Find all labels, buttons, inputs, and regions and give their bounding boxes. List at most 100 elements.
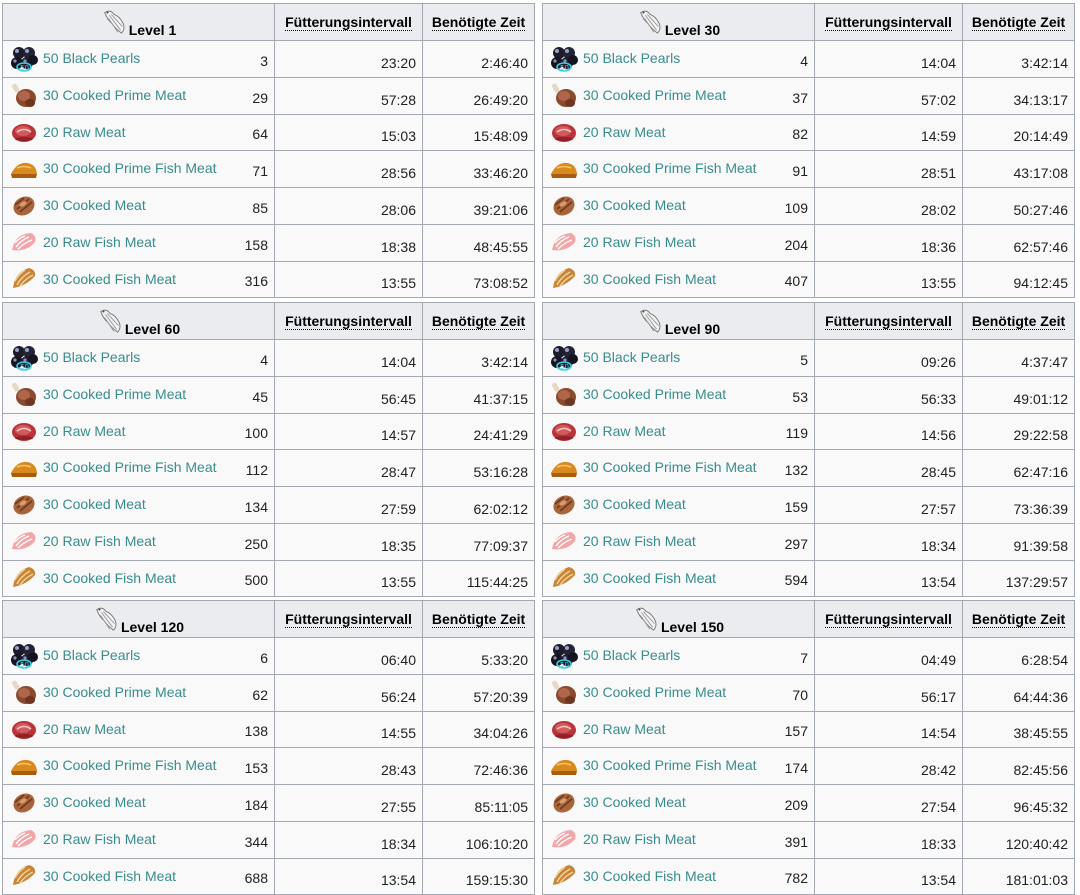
- black-pearls-icon[interactable]: 50: [9, 641, 39, 671]
- raw-meat-icon[interactable]: [9, 117, 39, 147]
- feeding-interval: 13:55: [274, 559, 423, 598]
- item-link[interactable]: 30 Cooked Meat: [43, 197, 146, 213]
- item-link[interactable]: 30 Cooked Prime Meat: [583, 386, 726, 402]
- required-time: 94:12:45: [962, 260, 1075, 299]
- item-link[interactable]: 20 Raw Fish Meat: [43, 234, 156, 250]
- cooked-prime-meat-icon[interactable]: [9, 380, 39, 410]
- cooked-prime-meat-icon[interactable]: [549, 380, 579, 410]
- cooked-meat-icon[interactable]: [549, 788, 579, 818]
- cooked-fish-meat-icon[interactable]: [549, 563, 579, 593]
- item-link[interactable]: 30 Cooked Fish Meat: [43, 271, 176, 287]
- cooked-meat-icon[interactable]: [549, 490, 579, 520]
- feeding-interval: 28:56: [274, 150, 423, 188]
- raw-meat-icon[interactable]: [549, 117, 579, 147]
- item-link[interactable]: 30 Cooked Meat: [583, 197, 686, 213]
- item-cell: 20 Raw Meat 157: [542, 710, 815, 749]
- item-link[interactable]: 30 Cooked Prime Meat: [583, 87, 726, 103]
- item-link[interactable]: 30 Cooked Prime Fish Meat: [583, 160, 757, 176]
- item-link[interactable]: 30 Cooked Fish Meat: [43, 868, 176, 884]
- item-link[interactable]: 50 Black Pearls: [583, 50, 680, 66]
- item-link[interactable]: 30 Cooked Prime Meat: [43, 684, 186, 700]
- cooked-prime-meat-icon[interactable]: [9, 81, 39, 111]
- cooked-prime-meat-icon[interactable]: [549, 678, 579, 708]
- item-link[interactable]: 30 Cooked Prime Meat: [43, 87, 186, 103]
- item-link[interactable]: 30 Cooked Prime Fish Meat: [583, 757, 757, 773]
- cooked-meat-icon[interactable]: [549, 191, 579, 221]
- cooked-meat-icon[interactable]: [9, 490, 39, 520]
- raw-fish-meat-icon[interactable]: [549, 825, 579, 855]
- cooked-prime-fish-meat-icon[interactable]: [549, 453, 579, 483]
- item-link[interactable]: 30 Cooked Meat: [583, 794, 686, 810]
- item-link[interactable]: 20 Raw Meat: [583, 423, 665, 439]
- cooked-prime-meat-icon[interactable]: [9, 678, 39, 708]
- raw-meat-icon[interactable]: [9, 416, 39, 446]
- raw-fish-meat-icon[interactable]: [549, 228, 579, 258]
- black-pearls-icon[interactable]: 50: [549, 343, 579, 373]
- item-link[interactable]: 20 Raw Meat: [43, 423, 125, 439]
- black-pearls-icon[interactable]: 50: [9, 44, 39, 74]
- cooked-prime-fish-meat-icon[interactable]: [9, 453, 39, 483]
- cooked-meat-icon[interactable]: [9, 191, 39, 221]
- item-link[interactable]: 50 Black Pearls: [43, 647, 140, 663]
- item-link[interactable]: 30 Cooked Prime Meat: [583, 684, 726, 700]
- item-link[interactable]: 20 Raw Fish Meat: [43, 831, 156, 847]
- table-row: 30 Cooked Prime Meat 29 57:28 26:49:20: [2, 76, 535, 115]
- interval-header: Fütterungsintervall: [274, 302, 423, 340]
- table-row: 20 Raw Meat 100 14:57 24:41:29: [2, 412, 535, 451]
- item-link[interactable]: 20 Raw Fish Meat: [583, 831, 696, 847]
- item-link[interactable]: 20 Raw Meat: [43, 721, 125, 737]
- time-header: Benötigte Zeit: [422, 600, 535, 638]
- item-link[interactable]: 30 Cooked Prime Meat: [43, 386, 186, 402]
- item-link[interactable]: 50 Black Pearls: [583, 349, 680, 365]
- item-link[interactable]: 30 Cooked Prime Fish Meat: [583, 459, 757, 475]
- item-link[interactable]: 30 Cooked Meat: [43, 794, 146, 810]
- black-pearls-icon[interactable]: 50: [549, 44, 579, 74]
- raw-meat-icon[interactable]: [549, 714, 579, 744]
- cooked-fish-meat-icon[interactable]: [549, 264, 579, 294]
- required-time: 82:45:56: [962, 747, 1075, 785]
- item-link[interactable]: 30 Cooked Fish Meat: [43, 570, 176, 586]
- item-cell: 20 Raw Meat 119: [542, 412, 815, 451]
- item-link[interactable]: 30 Cooked Prime Fish Meat: [43, 459, 217, 475]
- table-row: 30 Cooked Fish Meat 500 13:55 115:44:25: [2, 559, 535, 598]
- cooked-prime-fish-meat-icon[interactable]: [9, 751, 39, 781]
- time-header-label: Benötigte Zeit: [431, 611, 526, 628]
- cooked-prime-meat-icon[interactable]: [549, 81, 579, 111]
- feeding-interval: 27:54: [814, 784, 963, 822]
- item-link[interactable]: 20 Raw Meat: [583, 124, 665, 140]
- item-link[interactable]: 20 Raw Fish Meat: [583, 234, 696, 250]
- cooked-fish-meat-icon[interactable]: [9, 563, 39, 593]
- item-quantity: 64: [252, 126, 268, 143]
- cooked-fish-meat-icon[interactable]: [549, 861, 579, 891]
- item-link[interactable]: 50 Black Pearls: [43, 349, 140, 365]
- cooked-prime-fish-meat-icon[interactable]: [9, 154, 39, 184]
- item-link[interactable]: 30 Cooked Fish Meat: [583, 868, 716, 884]
- item-link[interactable]: 20 Raw Fish Meat: [43, 533, 156, 549]
- required-time: 62:02:12: [422, 486, 535, 524]
- raw-fish-meat-icon[interactable]: [549, 527, 579, 557]
- raw-fish-meat-icon[interactable]: [9, 228, 39, 258]
- item-link[interactable]: 20 Raw Meat: [43, 124, 125, 140]
- cooked-meat-icon[interactable]: [9, 788, 39, 818]
- item-link[interactable]: 20 Raw Fish Meat: [583, 533, 696, 549]
- raw-fish-meat-icon[interactable]: [9, 825, 39, 855]
- item-link[interactable]: 20 Raw Meat: [583, 721, 665, 737]
- item-link[interactable]: 30 Cooked Meat: [583, 496, 686, 512]
- cooked-fish-meat-icon[interactable]: [9, 861, 39, 891]
- item-link[interactable]: 30 Cooked Prime Fish Meat: [43, 757, 217, 773]
- item-link[interactable]: 50 Black Pearls: [43, 50, 140, 66]
- raw-meat-icon[interactable]: [9, 714, 39, 744]
- black-pearls-icon[interactable]: 50: [549, 641, 579, 671]
- item-link[interactable]: 30 Cooked Meat: [43, 496, 146, 512]
- raw-meat-icon[interactable]: [549, 416, 579, 446]
- cooked-prime-fish-meat-icon[interactable]: [549, 751, 579, 781]
- item-link[interactable]: 30 Cooked Prime Fish Meat: [43, 160, 217, 176]
- time-header: Benötigte Zeit: [422, 3, 535, 41]
- item-link[interactable]: 30 Cooked Fish Meat: [583, 570, 716, 586]
- item-link[interactable]: 50 Black Pearls: [583, 647, 680, 663]
- item-link[interactable]: 30 Cooked Fish Meat: [583, 271, 716, 287]
- raw-fish-meat-icon[interactable]: [9, 527, 39, 557]
- cooked-prime-fish-meat-icon[interactable]: [549, 154, 579, 184]
- black-pearls-icon[interactable]: 50: [9, 343, 39, 373]
- cooked-fish-meat-icon[interactable]: [9, 264, 39, 294]
